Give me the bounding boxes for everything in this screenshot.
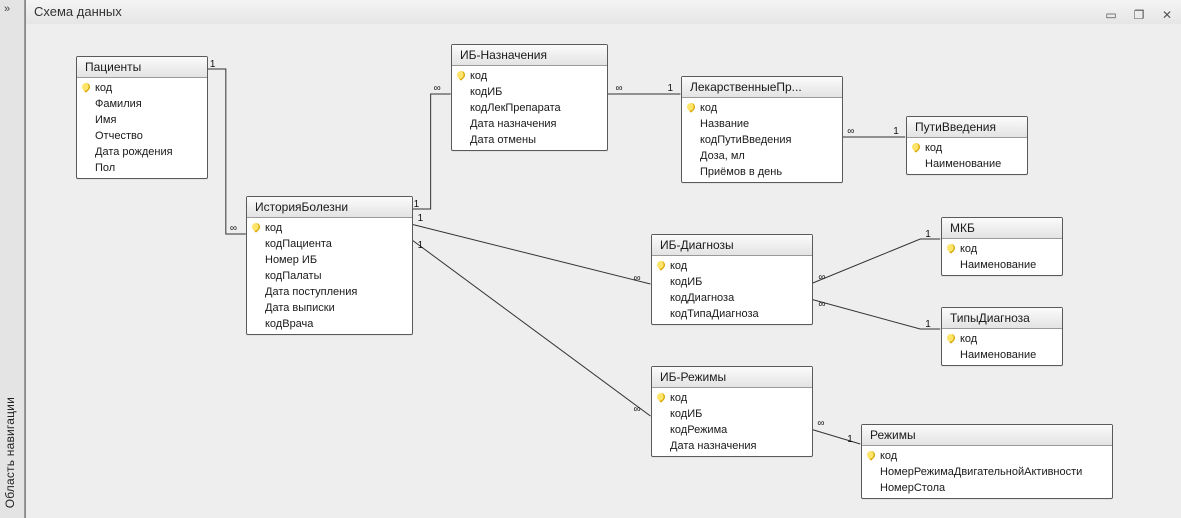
table-field[interactable]: Дата рождения xyxy=(77,144,207,160)
table-routes[interactable]: ПутиВведениякодНаименование xyxy=(906,116,1028,175)
svg-text:1: 1 xyxy=(925,319,931,330)
svg-text:1: 1 xyxy=(414,199,420,210)
table-patients[interactable]: ПациентыкодФамилияИмяОтчествоДата рожден… xyxy=(76,56,208,179)
table-field[interactable]: Пол xyxy=(77,160,207,176)
table-field[interactable]: Наименование xyxy=(907,156,1027,172)
table-field-list: кодкодИБкодЛекПрепаратаДата назначенияДа… xyxy=(452,66,607,150)
table-header[interactable]: ИБ-Диагнозы xyxy=(652,235,812,256)
primary-key-field[interactable]: код xyxy=(942,241,1062,257)
table-field[interactable]: кодЛекПрепарата xyxy=(452,100,607,116)
table-field[interactable]: Дата назначения xyxy=(452,116,607,132)
svg-text:∞: ∞ xyxy=(847,126,854,137)
table-field[interactable]: Отчество xyxy=(77,128,207,144)
svg-text:1: 1 xyxy=(893,126,899,137)
primary-key-field[interactable]: код xyxy=(682,100,842,116)
table-field[interactable]: кодПациента xyxy=(247,236,412,252)
window-titlebar[interactable]: Схема данных ▭ ❐ ✕ xyxy=(26,0,1181,25)
primary-key-field[interactable]: код xyxy=(942,331,1062,347)
table-ib-prescriptions[interactable]: ИБ-НазначениякодкодИБкодЛекПрепаратаДата… xyxy=(451,44,608,151)
svg-text:∞: ∞ xyxy=(434,83,441,94)
nav-pane-label: Область навигации xyxy=(3,397,17,508)
table-field[interactable]: Наименование xyxy=(942,347,1062,363)
primary-key-field[interactable]: код xyxy=(247,220,412,236)
table-header[interactable]: Режимы xyxy=(862,425,1112,446)
table-field[interactable]: Дата назначения xyxy=(652,438,812,454)
table-header[interactable]: ЛекарственныеПр... xyxy=(682,77,842,98)
svg-text:1: 1 xyxy=(847,434,853,445)
table-field-list: кодкодИБкодДиагнозакодТипаДиагноза xyxy=(652,256,812,324)
table-ib-modes[interactable]: ИБ-РежимыкодкодИБкодРежимаДата назначени… xyxy=(651,366,813,457)
table-field[interactable]: Номер ИБ xyxy=(247,252,412,268)
table-header[interactable]: Пациенты xyxy=(77,57,207,78)
svg-text:1: 1 xyxy=(418,213,424,224)
svg-text:∞: ∞ xyxy=(817,418,824,429)
table-field-list: кодНомерРежимаДвигательнойАктивностиНоме… xyxy=(862,446,1112,498)
primary-key-field[interactable]: код xyxy=(652,390,812,406)
table-field[interactable]: Фамилия xyxy=(77,96,207,112)
svg-text:∞: ∞ xyxy=(818,299,825,310)
table-field[interactable]: Дата поступления xyxy=(247,284,412,300)
table-field[interactable]: кодИБ xyxy=(452,84,607,100)
table-field[interactable]: кодТипаДиагноза xyxy=(652,306,812,322)
table-field[interactable]: кодПутиВведения xyxy=(682,132,842,148)
navigation-pane[interactable]: » Область навигации xyxy=(0,0,25,518)
table-history[interactable]: ИсторияБолезникодкодПациентаНомер ИБкодП… xyxy=(246,196,413,335)
table-field[interactable]: Доза, мл xyxy=(682,148,842,164)
table-field[interactable]: Название xyxy=(682,116,842,132)
svg-text:1: 1 xyxy=(925,229,931,240)
table-field[interactable]: Приёмов в день xyxy=(682,164,842,180)
table-header[interactable]: ИБ-Назначения xyxy=(452,45,607,66)
table-field[interactable]: кодРежима xyxy=(652,422,812,438)
svg-text:1: 1 xyxy=(418,240,424,251)
svg-text:1: 1 xyxy=(210,59,216,70)
table-header[interactable]: ПутиВведения xyxy=(907,117,1027,138)
primary-key-field[interactable]: код xyxy=(652,258,812,274)
table-ib-diagnoses[interactable]: ИБ-ДиагнозыкодкодИБкодДиагнозакодТипаДиа… xyxy=(651,234,813,325)
table-field[interactable]: Имя xyxy=(77,112,207,128)
table-field[interactable]: Дата отмены xyxy=(452,132,607,148)
table-field[interactable]: кодИБ xyxy=(652,406,812,422)
table-header[interactable]: ТипыДиагноза xyxy=(942,308,1062,329)
table-field[interactable]: Наименование xyxy=(942,257,1062,273)
table-mkb[interactable]: МКБкодНаименование xyxy=(941,217,1063,276)
svg-text:∞: ∞ xyxy=(633,273,640,284)
primary-key-field[interactable]: код xyxy=(452,68,607,84)
table-modes[interactable]: РежимыкодНомерРежимаДвигательнойАктивнос… xyxy=(861,424,1113,499)
app-root: » Область навигации Схема данных ▭ ❐ ✕ 1… xyxy=(0,0,1181,518)
svg-text:∞: ∞ xyxy=(633,404,640,415)
table-field[interactable]: Дата выписки xyxy=(247,300,412,316)
table-field-list: кодкодПациентаНомер ИБкодПалатыДата пост… xyxy=(247,218,412,334)
table-header[interactable]: МКБ xyxy=(942,218,1062,239)
svg-text:∞: ∞ xyxy=(615,83,622,94)
table-field-list: кодНаименование xyxy=(942,239,1062,275)
table-drugs[interactable]: ЛекарственныеПр...кодНазваниекодПутиВвед… xyxy=(681,76,843,183)
relationships-window: Схема данных ▭ ❐ ✕ 1 ∞ 1 ∞ 1 ∞ xyxy=(25,0,1181,518)
svg-text:∞: ∞ xyxy=(818,272,825,283)
table-field[interactable]: кодДиагноза xyxy=(652,290,812,306)
table-field-list: кодкодИБкодРежимаДата назначения xyxy=(652,388,812,456)
primary-key-field[interactable]: код xyxy=(77,80,207,96)
table-field-list: кодНазваниекодПутиВведенияДоза, млПриёмо… xyxy=(682,98,842,182)
table-diag-types[interactable]: ТипыДиагнозакодНаименование xyxy=(941,307,1063,366)
primary-key-field[interactable]: код xyxy=(907,140,1027,156)
table-field[interactable]: кодВрача xyxy=(247,316,412,332)
primary-key-field[interactable]: код xyxy=(862,448,1112,464)
table-field[interactable]: НомерРежимаДвигательнойАктивности xyxy=(862,464,1112,480)
table-field[interactable]: кодИБ xyxy=(652,274,812,290)
table-field[interactable]: НомерСтола xyxy=(862,480,1112,496)
nav-expand-icon[interactable]: » xyxy=(4,3,10,15)
table-header[interactable]: ИБ-Режимы xyxy=(652,367,812,388)
window-title-text: Схема данных xyxy=(34,4,122,19)
svg-text:1: 1 xyxy=(667,83,673,94)
table-field-list: кодНаименование xyxy=(942,329,1062,365)
svg-text:∞: ∞ xyxy=(230,223,237,234)
table-field-list: кодНаименование xyxy=(907,138,1027,174)
diagram-canvas[interactable]: 1 ∞ 1 ∞ 1 ∞ 1 ∞ ∞ 1 ∞ xyxy=(26,24,1181,518)
table-field[interactable]: кодПалаты xyxy=(247,268,412,284)
table-header[interactable]: ИсторияБолезни xyxy=(247,197,412,218)
table-field-list: кодФамилияИмяОтчествоДата рожденияПол xyxy=(77,78,207,178)
